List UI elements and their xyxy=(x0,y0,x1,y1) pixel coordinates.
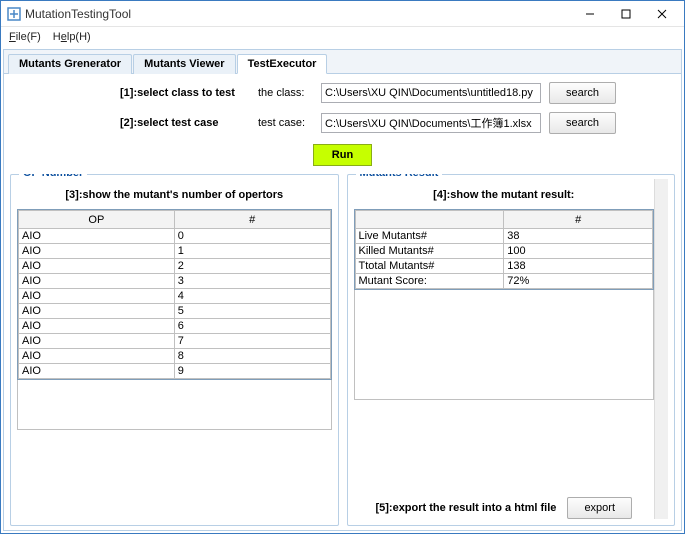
table-cell: 2 xyxy=(174,259,330,274)
tab-pane-test-executor: [1]:select class to test the class: sear… xyxy=(4,74,681,530)
table-cell: 9 xyxy=(174,364,330,379)
op-panel-subtitle: [3]:show the mutant's number of opertors xyxy=(17,189,332,201)
table-cell: 100 xyxy=(504,244,653,259)
titlebar: MutationTestingTool xyxy=(1,1,684,27)
table-cell: 5 xyxy=(174,304,330,319)
search-class-button[interactable]: search xyxy=(549,82,616,104)
menu-file[interactable]: File(F) xyxy=(5,29,45,45)
table-cell: 7 xyxy=(174,334,330,349)
input-class-path[interactable] xyxy=(321,83,541,103)
table-cell: AIO xyxy=(19,364,175,379)
table-row[interactable]: AIO5 xyxy=(19,304,331,319)
menu-help[interactable]: Help(H) xyxy=(49,29,95,45)
table-row[interactable]: AIO3 xyxy=(19,274,331,289)
table-cell: AIO xyxy=(19,259,175,274)
table-cell: Live Mutants# xyxy=(355,229,504,244)
table-cell: AIO xyxy=(19,304,175,319)
table-cell: AIO xyxy=(19,349,175,364)
result-header-name xyxy=(355,211,504,229)
table-row[interactable]: Live Mutants#38 xyxy=(355,229,653,244)
label-select-class: [1]:select class to test xyxy=(120,87,250,99)
export-label: [5]:export the result into a html file xyxy=(375,502,556,514)
table-row[interactable]: AIO7 xyxy=(19,334,331,349)
table-row[interactable]: AIO2 xyxy=(19,259,331,274)
mutants-result-panel: Mutants Result [4]:show the mutant resul… xyxy=(347,174,676,526)
table-row[interactable]: AIO8 xyxy=(19,349,331,364)
table-row[interactable]: Ttotal Mutants#138 xyxy=(355,259,653,274)
table-cell: 138 xyxy=(504,259,653,274)
table-cell: AIO xyxy=(19,289,175,304)
panels: OP Number [3]:show the mutant's number o… xyxy=(10,174,675,526)
input-testcase-path[interactable] xyxy=(321,113,541,133)
menubar: File(F) Help(H) xyxy=(1,27,684,47)
label-the-class: the class: xyxy=(258,87,313,99)
table-cell: AIO xyxy=(19,319,175,334)
tab-mutants-viewer[interactable]: Mutants Viewer xyxy=(133,54,236,74)
search-testcase-button[interactable]: search xyxy=(549,112,616,134)
table-row[interactable]: AIO0 xyxy=(19,229,331,244)
table-row[interactable]: Killed Mutants#100 xyxy=(355,244,653,259)
tab-bar: Mutants Grenerator Mutants Viewer TestEx… xyxy=(4,50,681,74)
result-table[interactable]: # Live Mutants#38Killed Mutants#100Ttota… xyxy=(354,209,655,290)
run-button[interactable]: Run xyxy=(313,144,372,166)
table-cell: AIO xyxy=(19,274,175,289)
export-button[interactable]: export xyxy=(567,497,632,519)
tab-test-executor[interactable]: TestExecutor xyxy=(237,54,328,74)
main-window: MutationTestingTool File(F) Help(H) Muta… xyxy=(0,0,685,534)
table-cell: Mutant Score: xyxy=(355,274,504,289)
table-cell: Ttotal Mutants# xyxy=(355,259,504,274)
result-table-empty-area xyxy=(354,290,655,400)
result-header-count: # xyxy=(504,211,653,229)
op-panel-title: OP Number xyxy=(19,174,87,179)
table-cell: 1 xyxy=(174,244,330,259)
table-cell: 6 xyxy=(174,319,330,334)
table-cell: AIO xyxy=(19,244,175,259)
table-cell: 72% xyxy=(504,274,653,289)
op-header-count: # xyxy=(174,211,330,229)
label-test-case: test case: xyxy=(258,117,313,129)
table-cell: 38 xyxy=(504,229,653,244)
table-cell: Killed Mutants# xyxy=(355,244,504,259)
close-button[interactable] xyxy=(644,2,680,26)
table-row[interactable]: AIO1 xyxy=(19,244,331,259)
window-title: MutationTestingTool xyxy=(25,7,131,21)
table-cell: 0 xyxy=(174,229,330,244)
table-row[interactable]: AIO4 xyxy=(19,289,331,304)
op-header-op: OP xyxy=(19,211,175,229)
minimize-button[interactable] xyxy=(572,2,608,26)
op-number-panel: OP Number [3]:show the mutant's number o… xyxy=(10,174,339,526)
table-cell: AIO xyxy=(19,334,175,349)
op-table[interactable]: OP # AIO0AIO1AIO2AIO3AIO4AIO5AIO6AIO7AIO… xyxy=(17,209,332,380)
result-panel-subtitle: [4]:show the mutant result: xyxy=(354,189,655,201)
table-cell: 3 xyxy=(174,274,330,289)
op-table-empty-area xyxy=(17,380,332,430)
table-cell: AIO xyxy=(19,229,175,244)
table-cell: 8 xyxy=(174,349,330,364)
row-select-testcase: [2]:select test case test case: search xyxy=(120,112,675,134)
table-row[interactable]: AIO6 xyxy=(19,319,331,334)
export-row: [5]:export the result into a html file e… xyxy=(354,489,655,519)
label-select-testcase: [2]:select test case xyxy=(120,117,250,129)
result-panel-title: Mutants Result xyxy=(356,174,443,179)
row-select-class: [1]:select class to test the class: sear… xyxy=(120,82,675,104)
table-row[interactable]: Mutant Score:72% xyxy=(355,274,653,289)
table-row[interactable]: AIO9 xyxy=(19,364,331,379)
table-cell: 4 xyxy=(174,289,330,304)
app-icon xyxy=(7,7,21,21)
maximize-button[interactable] xyxy=(608,2,644,26)
result-panel-scrollbar[interactable] xyxy=(654,179,668,519)
content-area: Mutants Grenerator Mutants Viewer TestEx… xyxy=(3,49,682,531)
tab-mutants-generator[interactable]: Mutants Grenerator xyxy=(8,54,132,74)
